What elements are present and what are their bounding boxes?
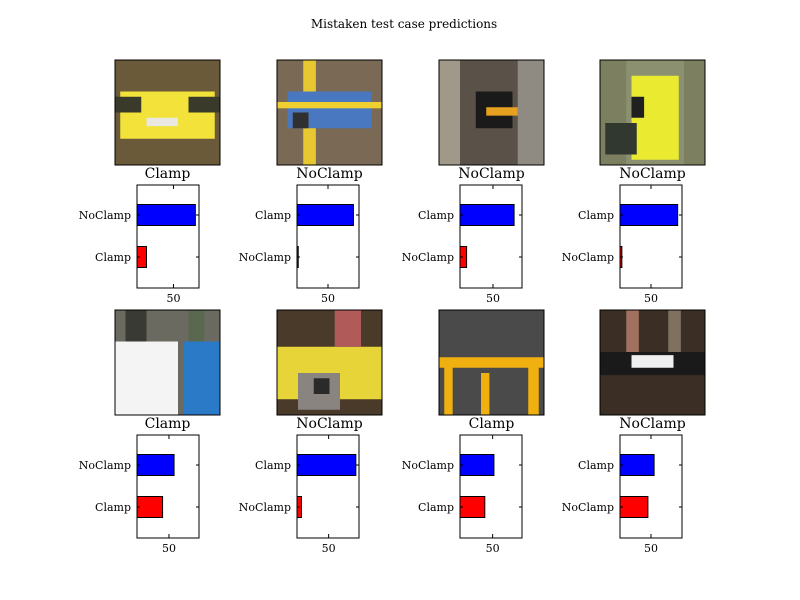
category-label: NoClamp xyxy=(402,251,454,264)
panel-1: Clamp Clamp NoClamp 50 xyxy=(79,59,221,305)
category-label: Clamp xyxy=(578,459,614,472)
bar-clamp xyxy=(459,204,515,226)
category-label: NoClamp xyxy=(562,501,614,514)
bar-clamp xyxy=(619,454,655,476)
axes-frame xyxy=(136,184,200,289)
figure: Mistaken test case predictions ClampClam… xyxy=(79,17,706,555)
bar-noclamp xyxy=(619,496,649,518)
panel-8: NoClamp NoClamp Clamp 50 xyxy=(562,309,706,555)
blue-bag-pipe-photo xyxy=(276,59,383,166)
category-label: NoClamp xyxy=(562,251,614,264)
panel-label: NoClamp xyxy=(458,166,524,182)
x-tick-label: 50 xyxy=(322,542,336,555)
x-tick-label: 50 xyxy=(321,292,335,305)
axes-frame xyxy=(136,434,200,539)
yellow-tool-photo xyxy=(599,59,706,166)
category-label: Clamp xyxy=(578,209,614,222)
panel-label: Clamp xyxy=(145,166,191,182)
bar-chart: Clamp NoClamp 50 xyxy=(402,434,523,555)
x-tick-label: 50 xyxy=(486,292,500,305)
bar-chart: NoClamp Clamp 50 xyxy=(239,434,360,555)
bar-clamp xyxy=(296,204,354,226)
x-tick-label: 50 xyxy=(162,542,176,555)
pipe-in-hole-photo xyxy=(438,59,545,166)
axes-frame xyxy=(296,434,360,539)
panel-6: NoClamp NoClamp Clamp 50 xyxy=(239,309,383,555)
panels: Clamp Clamp NoClamp 50 NoClamp NoClamp Clamp 50… xyxy=(79,59,706,555)
axes-frame xyxy=(619,184,683,289)
category-label: Clamp xyxy=(95,251,131,264)
axes-frame xyxy=(459,434,523,539)
bar-clamp xyxy=(619,204,679,226)
category-label: NoClamp xyxy=(79,209,131,222)
axes-frame xyxy=(296,184,360,289)
panel-label: NoClamp xyxy=(619,416,685,432)
bar-clamp xyxy=(136,496,164,518)
bar-noclamp xyxy=(136,204,196,226)
panel-label: NoClamp xyxy=(296,166,362,182)
panel-5: Clamp Clamp NoClamp 50 xyxy=(79,309,221,555)
panel-label: Clamp xyxy=(469,416,515,432)
axes-frame xyxy=(619,434,683,539)
x-tick-label: 50 xyxy=(166,292,180,305)
yellow-frame-gravel-photo xyxy=(438,309,545,416)
category-label: Clamp xyxy=(255,209,291,222)
category-label: Clamp xyxy=(95,501,131,514)
x-tick-label: 50 xyxy=(486,542,500,555)
axes-frame xyxy=(459,184,523,289)
bar-chart: Clamp NoClamp 50 xyxy=(79,184,200,305)
category-label: Clamp xyxy=(418,209,454,222)
bar-chart: NoClamp Clamp 50 xyxy=(562,184,683,305)
yellow-pipe-clamp-photo xyxy=(114,59,221,166)
panel-label: NoClamp xyxy=(296,416,362,432)
panel-4: NoClamp NoClamp Clamp 50 xyxy=(562,59,706,305)
valve-pipe-photo xyxy=(114,309,221,416)
category-label: Clamp xyxy=(255,459,291,472)
bar-noclamp xyxy=(459,454,495,476)
black-pipe-label-photo xyxy=(599,309,706,416)
panel-label: Clamp xyxy=(145,416,191,432)
bar-chart: NoClamp Clamp 50 xyxy=(562,434,683,555)
panel-7: Clamp Clamp NoClamp 50 xyxy=(402,309,545,555)
bar-chart: NoClamp Clamp 50 xyxy=(239,184,360,305)
panel-3: NoClamp NoClamp Clamp 50 xyxy=(402,59,545,305)
yellow-clamp-closeup-photo xyxy=(276,309,383,416)
x-tick-label: 50 xyxy=(644,542,658,555)
bar-chart: Clamp NoClamp 50 xyxy=(79,434,200,555)
panel-label: NoClamp xyxy=(619,166,685,182)
category-label: NoClamp xyxy=(239,251,291,264)
bar-noclamp xyxy=(136,454,175,476)
category-label: Clamp xyxy=(418,501,454,514)
panel-2: NoClamp NoClamp Clamp 50 xyxy=(239,59,383,305)
figure-title: Mistaken test case predictions xyxy=(311,17,497,31)
category-label: NoClamp xyxy=(79,459,131,472)
bar-chart: NoClamp Clamp 50 xyxy=(402,184,523,305)
bar-clamp xyxy=(459,496,486,518)
category-label: NoClamp xyxy=(239,501,291,514)
category-label: NoClamp xyxy=(402,459,454,472)
bar-clamp xyxy=(296,454,357,476)
x-tick-label: 50 xyxy=(644,292,658,305)
